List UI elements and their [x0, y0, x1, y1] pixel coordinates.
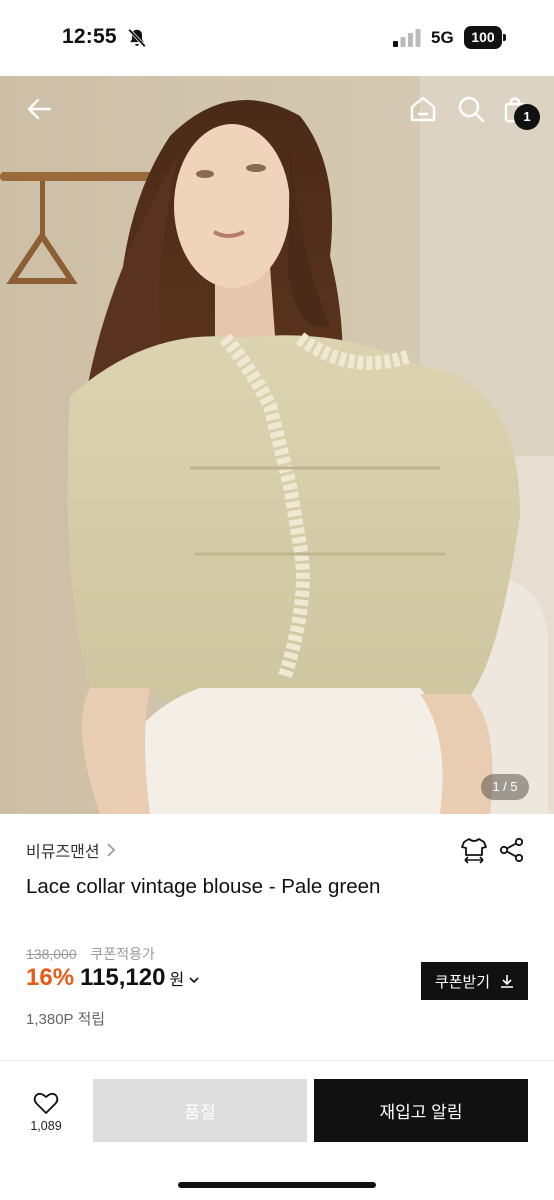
chevron-right-icon — [107, 843, 115, 857]
get-coupon-button[interactable]: 쿠폰받기 — [421, 962, 528, 1000]
coupon-price-note: 쿠폰적용가 — [90, 946, 155, 962]
like-button[interactable]: 1,089 — [20, 1089, 72, 1133]
gallery-page-indicator: 1 / 5 — [481, 774, 529, 800]
size-guide-shirt-icon[interactable] — [460, 836, 488, 864]
product-photo — [0, 76, 554, 814]
back-arrow-icon[interactable] — [24, 94, 54, 124]
like-count: 1,089 — [30, 1119, 62, 1133]
home-indicator[interactable] — [178, 1182, 376, 1188]
soldout-button: 품절 — [93, 1079, 307, 1142]
chevron-down-icon[interactable] — [188, 975, 200, 985]
original-price: 138,000 — [26, 946, 77, 962]
product-image-gallery[interactable]: 1 1 / 5 — [0, 76, 554, 814]
status-bar: 12:55 5G 100 — [0, 0, 554, 76]
get-coupon-label: 쿠폰받기 — [434, 973, 491, 991]
share-icon[interactable] — [499, 837, 525, 863]
battery-level: 100 — [464, 26, 502, 49]
home-icon[interactable] — [408, 94, 438, 124]
price-meta: 138,000 쿠폰적용가 — [26, 944, 155, 964]
brand-link[interactable]: 비뮤즈맨션 — [26, 838, 116, 862]
cart-count-badge: 1 — [514, 104, 540, 130]
restock-alert-button[interactable]: 재입고 알림 — [314, 1079, 528, 1142]
heart-icon — [33, 1092, 59, 1114]
search-icon[interactable] — [456, 94, 486, 124]
reward-points: 1,380P 적립 — [26, 1011, 106, 1028]
battery-cap — [503, 34, 506, 41]
product-title: Lace collar vintage blouse - Pale green — [26, 875, 381, 898]
bell-slash-icon — [128, 28, 146, 48]
price-row[interactable]: 16% 115,120 원 — [26, 964, 200, 992]
bottom-action-bar: 1,089 품절 재입고 알림 — [0, 1061, 554, 1200]
status-time: 12:55 — [62, 25, 117, 48]
download-icon — [501, 975, 514, 988]
currency-label: 원 — [169, 972, 185, 989]
brand-name: 비뮤즈맨션 — [26, 844, 100, 861]
battery-indicator: 100 — [464, 26, 506, 49]
discount-rate: 16% — [26, 964, 75, 991]
sale-price: 115,120 — [80, 964, 166, 991]
signal-icon — [393, 29, 421, 47]
network-label: 5G — [431, 28, 454, 47]
